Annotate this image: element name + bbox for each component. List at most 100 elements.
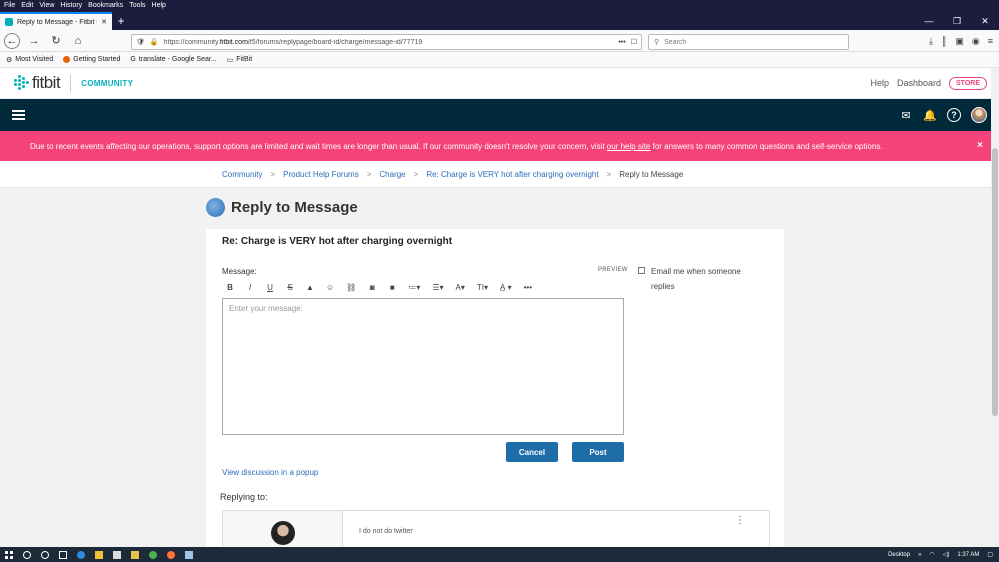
email-checkbox[interactable] xyxy=(638,267,645,274)
windows-start-icon[interactable] xyxy=(5,550,13,559)
menu-edit[interactable]: Edit xyxy=(21,0,33,12)
tab-title: Reply to Message - Fitbit Comm xyxy=(17,18,97,26)
url-text[interactable]: https://community.fitbit.com/t5/forums/r… xyxy=(164,39,614,46)
cancel-button[interactable]: Cancel xyxy=(506,442,558,462)
pocket-icon[interactable]: ☐ xyxy=(631,38,637,46)
bullet-list-icon[interactable]: ☰▾ xyxy=(432,283,443,292)
forward-icon[interactable]: → xyxy=(26,33,42,49)
globe-icon xyxy=(206,198,225,217)
post-button[interactable]: Post xyxy=(572,442,624,462)
italic-icon[interactable]: I xyxy=(246,283,254,292)
taskbar-search-icon[interactable] xyxy=(23,550,31,559)
menu-bookmarks[interactable]: Bookmarks xyxy=(88,0,123,12)
bell-icon[interactable]: 🔔 xyxy=(923,108,937,122)
url-bar[interactable]: 🛡 🔒 https://community.fitbit.com/t5/foru… xyxy=(131,34,642,50)
breadcrumb-community[interactable]: Community xyxy=(222,170,262,179)
more-options-icon[interactable]: ••• xyxy=(524,283,532,292)
numbered-list-icon[interactable]: ≔▾ xyxy=(408,283,420,292)
bookmark-fitbit[interactable]: ▭ FitBit xyxy=(227,56,253,64)
menu-view[interactable]: View xyxy=(39,0,54,12)
font-color-icon[interactable]: A̲ ▾ xyxy=(500,283,512,292)
restore-icon[interactable]: ❐ xyxy=(943,12,971,30)
shield-icon[interactable]: 🛡 xyxy=(136,38,145,46)
scrollbar-thumb[interactable] xyxy=(992,148,998,416)
preview-link[interactable]: PREVIEW xyxy=(598,267,628,273)
help-site-link[interactable]: our help site xyxy=(607,142,651,151)
library-icon[interactable]: ║ xyxy=(941,36,947,47)
dashboard-link[interactable]: Dashboard xyxy=(897,78,941,88)
bookmark-getting-started[interactable]: Getting Started xyxy=(63,56,120,63)
breadcrumb-separator: > xyxy=(366,169,372,179)
tray-overflow-icon[interactable]: » xyxy=(918,552,921,558)
breadcrumb-thread[interactable]: Re: Charge is VERY hot after charging ov… xyxy=(426,170,598,179)
menu-tools[interactable]: Tools xyxy=(129,0,145,12)
fitbit-logo[interactable]: fitbit COMMUNITY xyxy=(12,73,133,93)
strikethrough-icon[interactable]: S xyxy=(286,283,294,292)
chrome-icon[interactable] xyxy=(149,550,157,559)
alert-close-icon[interactable]: × xyxy=(977,140,983,151)
network-icon[interactable]: ◠ xyxy=(929,551,934,558)
downloads-icon[interactable]: ⤓ xyxy=(929,36,933,47)
author-avatar[interactable] xyxy=(271,521,295,545)
text-style-icon[interactable]: TI▾ xyxy=(477,283,488,292)
menu-help[interactable]: Help xyxy=(152,0,166,12)
tab-close-icon[interactable]: ✕ xyxy=(101,18,107,26)
sidebar-icon[interactable]: ▣ xyxy=(955,36,964,47)
media-icon[interactable] xyxy=(131,550,139,559)
emoji-icon[interactable]: ☺ xyxy=(326,283,334,292)
page-actions-icon[interactable]: ••• xyxy=(618,39,625,46)
message-label: Message: xyxy=(222,267,257,276)
message-textarea[interactable]: Enter your message: xyxy=(222,298,624,435)
author-column xyxy=(223,511,343,549)
folder-icon: ▭ xyxy=(226,56,234,64)
help-link[interactable]: Help xyxy=(870,78,889,88)
camera-icon[interactable]: ◙ xyxy=(368,283,376,292)
task-view-icon[interactable] xyxy=(59,550,67,559)
email-notification-option[interactable]: Email me when someone replies xyxy=(638,264,758,294)
notification-icon[interactable]: ▢ xyxy=(987,551,993,558)
firefox-taskbar-icon[interactable] xyxy=(167,550,175,559)
home-icon[interactable]: ⌂ xyxy=(70,33,86,49)
underline-icon[interactable]: U xyxy=(266,283,274,292)
reload-icon[interactable]: ↻ xyxy=(48,33,64,49)
font-size-icon[interactable]: A▾ xyxy=(456,283,465,292)
store-button[interactable]: STORE xyxy=(949,76,987,90)
user-avatar[interactable] xyxy=(971,107,987,123)
toolbar-right: ⤓ ║ ▣ ◉ ≡ xyxy=(929,36,993,47)
breadcrumb-charge[interactable]: Charge xyxy=(379,170,405,179)
video-icon[interactable]: ■ xyxy=(388,283,396,292)
back-icon[interactable]: ← xyxy=(4,32,20,49)
kebab-menu-icon[interactable]: ⋮ xyxy=(735,515,745,526)
new-tab-button[interactable]: + xyxy=(112,12,130,30)
close-window-icon[interactable]: ✕ xyxy=(971,12,999,30)
browser-tab[interactable]: Reply to Message - Fitbit Comm ✕ xyxy=(0,12,112,30)
store-icon[interactable] xyxy=(113,550,121,559)
bookmark-translate[interactable]: Gtranslate - Google Sear... xyxy=(130,56,216,63)
app-menu-icon[interactable]: ≡ xyxy=(988,36,993,47)
breadcrumb-current: Reply to Message xyxy=(619,169,684,179)
explorer-icon[interactable] xyxy=(95,550,103,559)
lock-icon[interactable]: 🔒 xyxy=(150,38,159,46)
menu-file[interactable]: File xyxy=(4,0,15,12)
account-icon[interactable]: ◉ xyxy=(972,36,980,47)
google-icon: G xyxy=(130,56,136,63)
minimize-icon[interactable]: — xyxy=(915,12,943,30)
volume-icon[interactable]: ◁) xyxy=(943,551,950,558)
view-popup-link[interactable]: View discussion in a popup xyxy=(222,468,318,477)
edge-icon[interactable] xyxy=(77,550,85,559)
bookmark-most-visited[interactable]: ⚙ Most Visited xyxy=(6,56,53,64)
link-icon[interactable]: ⛓ xyxy=(346,283,356,292)
notepad-icon[interactable] xyxy=(185,550,193,559)
search-input[interactable]: ⚲ Search xyxy=(648,34,849,50)
breadcrumb-product-help[interactable]: Product Help Forums xyxy=(283,170,359,179)
bold-icon[interactable]: B xyxy=(226,283,234,292)
help-icon[interactable]: ? xyxy=(947,108,961,122)
clock[interactable]: 1:37 AM xyxy=(957,552,979,558)
warning-icon[interactable]: ▲ xyxy=(306,283,314,292)
mail-icon[interactable]: ✉ xyxy=(899,108,913,122)
desktop-toolbar[interactable]: Desktop xyxy=(888,552,910,558)
page-scrollbar[interactable] xyxy=(991,68,999,547)
hamburger-menu-icon[interactable] xyxy=(12,110,25,120)
cortana-icon[interactable] xyxy=(41,550,49,559)
menu-history[interactable]: History xyxy=(60,0,82,12)
